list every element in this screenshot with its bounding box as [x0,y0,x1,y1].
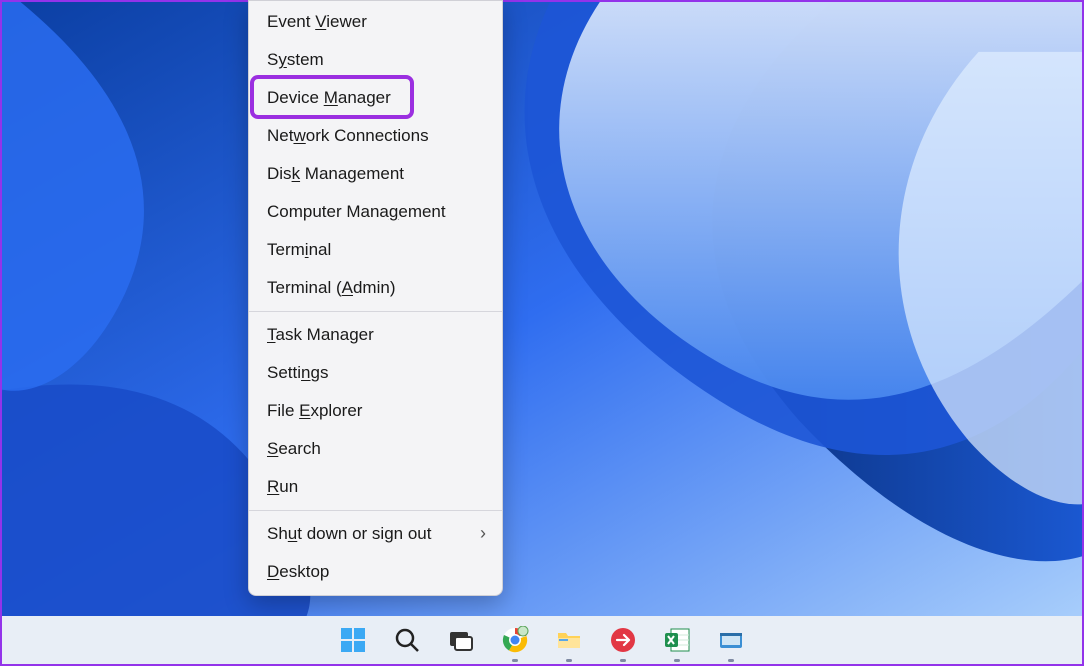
menu-item-search[interactable]: Search [249,430,502,468]
menu-separator [249,311,502,312]
menu-item-disk-management[interactable]: Disk Management [249,155,502,193]
menu-item-task-manager[interactable]: Task Manager [249,316,502,354]
menu-separator [249,510,502,511]
app-red-icon[interactable] [605,622,641,658]
menu-item-computer-management[interactable]: Computer Management [249,193,502,231]
excel-icon[interactable] [659,622,695,658]
desktop-wallpaper [0,0,1084,616]
taskbar [0,616,1084,666]
menu-item-event-viewer[interactable]: Event Viewer [249,3,502,41]
menu-item-file-explorer[interactable]: File Explorer [249,392,502,430]
menu-item-run[interactable]: Run [249,468,502,506]
menu-item-settings[interactable]: Settings [249,354,502,392]
menu-item-shutdown[interactable]: Shut down or sign out [249,515,502,553]
menu-item-desktop[interactable]: Desktop [249,553,502,591]
menu-item-system[interactable]: System [249,41,502,79]
menu-item-device-manager[interactable]: Device Manager [249,79,502,117]
menu-item-terminal-admin[interactable]: Terminal (Admin) [249,269,502,307]
start-button[interactable] [335,622,371,658]
task-view-button[interactable] [443,622,479,658]
search-button[interactable] [389,622,425,658]
file-explorer-icon[interactable] [551,622,587,658]
winx-context-menu: Event ViewerSystemDevice ManagerNetwork … [248,0,503,596]
menu-item-network-connections[interactable]: Network Connections [249,117,502,155]
menu-item-terminal[interactable]: Terminal [249,231,502,269]
chrome-icon[interactable] [497,622,533,658]
run-icon[interactable] [713,622,749,658]
